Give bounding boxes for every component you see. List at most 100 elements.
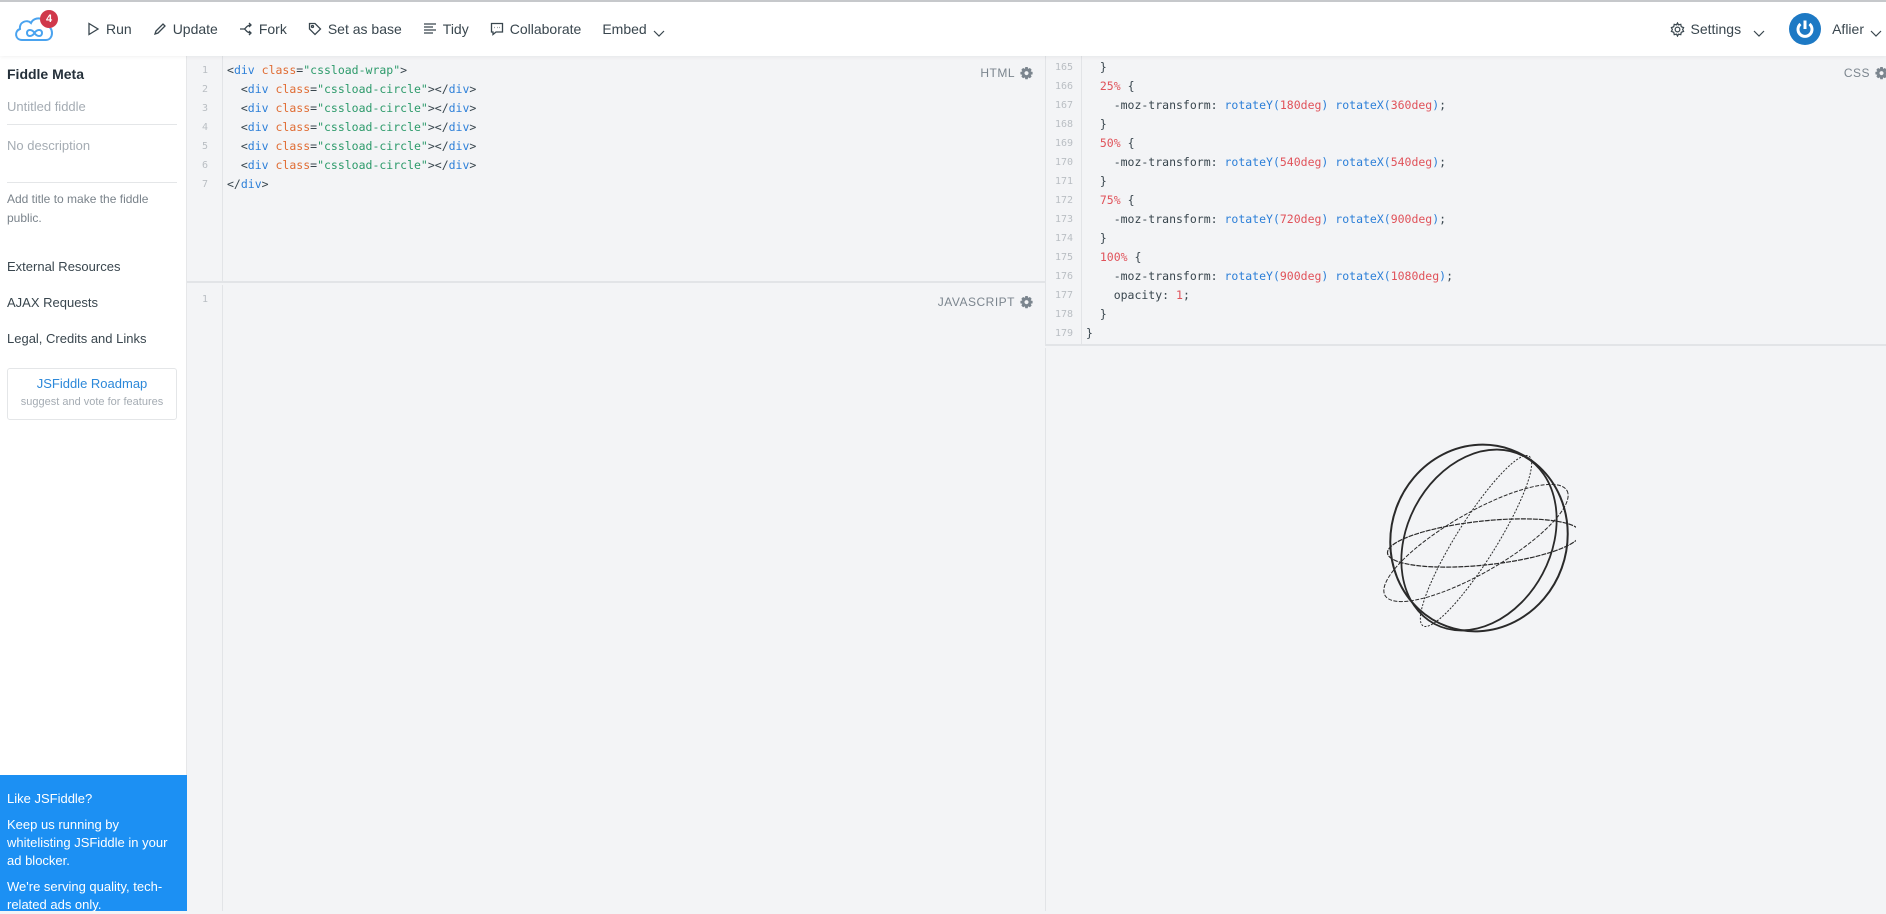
code-line: 172 75% { [1046,191,1886,210]
javascript-editor[interactable]: 1 JAVASCRIPT [187,285,1045,911]
javascript-label: JAVASCRIPT [937,295,1015,309]
code-line: 170 -moz-transform: rotateY(540deg) rota… [1046,153,1886,172]
code-line: 173 -moz-transform: rotateY(720deg) rota… [1046,210,1886,229]
promo-body: Keep us running by whitelisting JSFiddle… [7,817,168,868]
gear-icon[interactable] [1020,295,1033,309]
settings-label: Settings [1690,21,1742,37]
tidy-label: Tidy [442,21,469,37]
line-number: 176 [1054,271,1074,282]
line-number: 178 [1054,309,1074,320]
code-text: 75% { [1099,193,1135,207]
sidebar-item-external-resources[interactable]: External Resources [7,259,120,274]
code-text: 25% { [1099,79,1135,93]
code-line: 165 } [1046,58,1886,77]
line-number: 179 [1054,328,1074,339]
update-button[interactable]: Update [153,21,218,37]
gear-icon[interactable] [1020,66,1033,80]
javascript-panel-label[interactable]: JAVASCRIPT [938,295,1033,309]
chevron-down-icon [653,25,665,37]
settings-dropdown[interactable]: Settings [1670,21,1766,37]
chat-icon [490,22,503,36]
top-toolbar: 4 Run Update Fork Set as base Tidy Colla… [0,0,1886,56]
html-label: HTML [980,66,1015,80]
html-code[interactable]: 1 <div class="cssload-wrap"> 2 <div class=… [187,61,1045,194]
fork-label: Fork [258,21,287,37]
code-text: -moz-transform: rotateY(720deg) rotateX(… [1086,212,1447,226]
line-number: 170 [1054,157,1074,168]
javascript-code[interactable]: 1 [187,290,1045,309]
code-line: 171 } [1046,172,1886,191]
collaborate-label: Collaborate [509,21,582,37]
code-line: 179} [1046,324,1886,343]
css-code[interactable]: 165 } 166 25% {167 -moz-transform: rotate… [1046,58,1886,343]
fiddle-title-input[interactable]: Untitled fiddle [7,99,177,125]
promo-heading: Like JSFiddle? [7,791,93,806]
line-number: 5 [201,141,209,152]
user-name: Aflier [1832,21,1864,37]
code-line: 178 } [1046,305,1886,324]
action-bar: Run Update Fork Set as base Tidy Collabo… [86,2,686,56]
align-icon [423,23,436,34]
sidebar-item-ajax-requests[interactable]: AJAX Requests [7,295,98,310]
line-number: 7 [201,179,209,190]
collaborate-button[interactable]: Collaborate [490,21,582,37]
code-line: 6 <div class="cssload-circle"></div> [187,156,1045,175]
code-line: 175 100% { [1046,248,1886,267]
code-text: -moz-transform: rotateY(180deg) rotateX(… [1086,98,1447,112]
embed-dropdown[interactable]: Embed [602,21,665,37]
code-line: 4 <div class="cssload-circle"></div> [187,118,1045,137]
fiddle-description-input[interactable]: No description [7,138,177,183]
code-line: 3 <div class="cssload-circle"></div> [187,99,1045,118]
account-area: Settings Aflier [1670,2,1883,56]
roadmap-subtitle: suggest and vote for features [20,396,164,408]
line-number: 6 [201,160,209,171]
html-editor[interactable]: 1 <div class="cssload-wrap"> 2 <div class=… [187,56,1045,283]
code-text: -moz-transform: rotateY(900deg) rotateX(… [1086,269,1454,283]
promo-footer: We're serving quality, tech-related ads … [7,879,163,912]
code-line: 1 [187,290,1045,309]
line-number: 177 [1054,290,1074,301]
code-text: <div class="cssload-circle"></div> [227,158,477,172]
pencil-icon [153,23,166,36]
gear-icon [1670,21,1684,37]
code-text: } [1086,174,1107,188]
code-line: 176 -moz-transform: rotateY(900deg) rota… [1046,267,1886,286]
code-text: </div> [227,177,269,191]
code-line: 177 opacity: 1; [1046,286,1886,305]
code-text: <div class="cssload-wrap"> [227,63,408,77]
code-line: 2 <div class="cssload-circle"></div> [187,80,1045,99]
tidy-button[interactable]: Tidy [423,21,469,37]
line-number: 168 [1054,119,1074,130]
line-number: 1 [201,294,209,305]
code-text: -moz-transform: rotateY(540deg) rotateX(… [1086,155,1447,169]
fork-icon [239,22,252,36]
code-text: } [1086,117,1107,131]
code-text: 100% { [1099,250,1142,264]
notification-badge[interactable]: 4 [40,10,58,28]
html-panel-label[interactable]: HTML [980,66,1033,80]
css-label: CSS [1843,66,1870,80]
update-label: Update [172,21,218,37]
public-hint: Add title to make the fiddle public. [7,192,149,225]
adblock-promo: Like JSFiddle? Keep us running by whitel… [0,775,187,912]
fork-button[interactable]: Fork [239,21,287,37]
result-preview[interactable] [1045,348,1886,911]
sidebar-item-legal[interactable]: Legal, Credits and Links [7,331,146,346]
loading-sphere-animation [1383,443,1576,633]
code-line: 167 -moz-transform: rotateY(180deg) rota… [1046,96,1886,115]
code-line: 1 <div class="cssload-wrap"> [187,61,1045,80]
avatar[interactable] [1789,13,1822,45]
code-line: 168 } [1046,115,1886,134]
line-gutter [187,285,223,911]
css-editor[interactable]: 165 } 166 25% {167 -moz-transform: rotate… [1045,56,1886,346]
code-line: 166 25% { [1046,77,1886,96]
line-number: 4 [201,122,209,133]
line-number: 167 [1054,100,1074,111]
roadmap-link[interactable]: JSFiddle Roadmap suggest and vote for fe… [7,368,177,420]
set-as-base-button[interactable]: Set as base [308,21,402,37]
css-panel-label[interactable]: CSS [1844,66,1886,80]
roadmap-title: JSFiddle Roadmap [36,376,148,391]
user-menu[interactable]: Aflier [1789,13,1882,45]
run-button[interactable]: Run [86,21,132,37]
gear-icon[interactable] [1875,66,1886,80]
